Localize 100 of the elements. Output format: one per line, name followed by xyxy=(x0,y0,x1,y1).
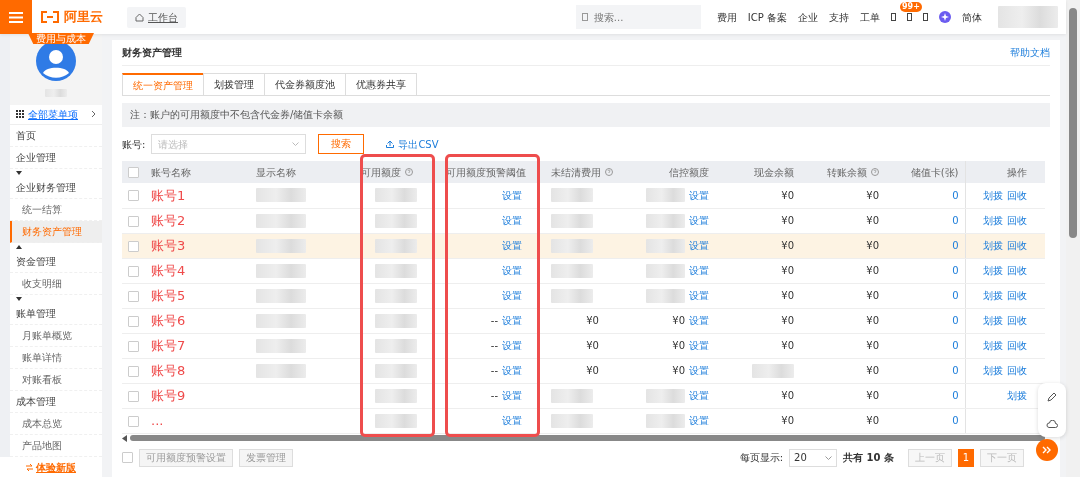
orb-icon[interactable] xyxy=(939,11,951,23)
set-link[interactable]: 设置 xyxy=(689,213,709,228)
action-link[interactable]: 划拨 xyxy=(983,213,1003,228)
sidebar-item[interactable]: 企业管理 xyxy=(10,146,102,169)
sidebar-item[interactable]: 成本管理 xyxy=(10,390,102,413)
card-count-link[interactable]: 0 xyxy=(952,288,959,303)
page-size-select[interactable]: 20 xyxy=(789,448,838,467)
page-button[interactable]: 1 xyxy=(958,448,974,467)
top-nav-link[interactable]: 工单 xyxy=(860,9,880,25)
bulk-action-button[interactable]: 可用额度预警设置 xyxy=(139,448,233,467)
action-link[interactable]: 划拨 xyxy=(983,263,1003,278)
tab[interactable]: 统一资产管理 xyxy=(122,73,204,95)
workbench-link[interactable]: 工作台 xyxy=(127,6,186,28)
action-link[interactable]: 划拨 xyxy=(1007,388,1027,403)
search-box[interactable]: 搜索... xyxy=(575,5,701,29)
set-link[interactable]: 设置 xyxy=(502,363,522,378)
card-count-link[interactable]: 0 xyxy=(952,388,959,403)
checkbox[interactable] xyxy=(128,290,139,302)
set-link[interactable]: 设置 xyxy=(502,238,522,253)
search-field[interactable]: 搜索... xyxy=(591,8,692,26)
help-link[interactable]: 帮助文档 xyxy=(1010,45,1050,60)
sidebar-item[interactable]: 账单详情 xyxy=(10,346,102,369)
rectangle-icon[interactable] xyxy=(907,13,912,21)
menu-button[interactable] xyxy=(0,0,32,34)
card-count-link[interactable]: 0 xyxy=(952,238,959,253)
sidebar-item[interactable]: 账单管理 xyxy=(10,302,102,325)
set-link[interactable]: 设置 xyxy=(689,338,709,353)
card-count-link[interactable]: 0 xyxy=(952,338,959,353)
card-count-link[interactable]: 0 xyxy=(952,187,959,203)
action-link[interactable]: 划拨 xyxy=(983,187,1003,203)
set-link[interactable]: 设置 xyxy=(502,263,522,278)
action-link[interactable]: 划拨 xyxy=(983,313,1003,328)
action-link[interactable]: 划拨 xyxy=(983,338,1003,353)
rectangle-icon[interactable] xyxy=(923,13,928,21)
set-link[interactable]: 设置 xyxy=(502,388,522,403)
action-link[interactable]: 回收 xyxy=(1007,187,1027,203)
action-link[interactable]: 划拨 xyxy=(983,288,1003,303)
sidebar-item[interactable]: 资金管理 xyxy=(10,250,102,273)
action-link[interactable]: 回收 xyxy=(1007,338,1027,353)
export-link[interactable]: 导出CSV xyxy=(386,136,439,152)
checkbox[interactable] xyxy=(128,365,139,377)
set-link[interactable]: 设置 xyxy=(689,388,709,403)
action-link[interactable]: 回收 xyxy=(1007,313,1027,328)
checkbox[interactable] xyxy=(128,215,139,227)
pencil-icon[interactable] xyxy=(1047,392,1057,402)
set-link[interactable]: 设置 xyxy=(689,288,709,303)
action-link[interactable]: 回收 xyxy=(1007,238,1027,253)
sidebar-item[interactable]: 对账看板 xyxy=(10,368,102,391)
action-link[interactable]: 划拨 xyxy=(983,238,1003,253)
set-link[interactable]: 设置 xyxy=(502,338,522,353)
set-link[interactable]: 设置 xyxy=(689,238,709,253)
set-link[interactable]: 设置 xyxy=(502,187,522,203)
checkbox[interactable] xyxy=(128,190,139,202)
caret-down-icon[interactable] xyxy=(16,296,22,301)
language-link[interactable]: 简体 xyxy=(962,9,982,25)
card-count-link[interactable]: 0 xyxy=(952,313,959,328)
checkbox[interactable] xyxy=(128,265,139,277)
rectangle-icon[interactable] xyxy=(891,13,896,21)
card-count-link[interactable]: 0 xyxy=(952,213,959,228)
checkbox[interactable] xyxy=(128,315,139,327)
checkbox[interactable] xyxy=(128,240,139,252)
set-link[interactable]: 设置 xyxy=(689,263,709,278)
cloud-icon[interactable] xyxy=(1046,420,1058,428)
sidebar-item[interactable]: 月账单概览 xyxy=(10,324,102,347)
action-link[interactable]: 回收 xyxy=(1007,263,1027,278)
set-link[interactable]: 设置 xyxy=(502,288,522,303)
action-link[interactable]: 划拨 xyxy=(983,363,1003,378)
vertical-scrollbar[interactable] xyxy=(1066,0,1080,477)
sidebar-item[interactable]: 财务资产管理 xyxy=(10,220,102,243)
card-count-link[interactable]: 0 xyxy=(952,363,959,378)
set-link[interactable]: 设置 xyxy=(502,213,522,228)
card-count-link[interactable]: 0 xyxy=(952,263,959,278)
tab[interactable]: 优惠券共享 xyxy=(345,73,417,95)
sidebar-item[interactable]: 成本总览 xyxy=(10,412,102,435)
action-link[interactable]: 回收 xyxy=(1007,363,1027,378)
card-count-link[interactable]: 0 xyxy=(952,413,959,428)
horizontal-scrollbar[interactable] xyxy=(122,433,1045,443)
top-nav-link[interactable]: 企业 xyxy=(798,9,818,25)
checkbox[interactable] xyxy=(128,390,139,402)
sidebar-item[interactable]: 统一结算 xyxy=(10,198,102,221)
action-link[interactable]: 回收 xyxy=(1007,288,1027,303)
checkbox[interactable] xyxy=(128,167,139,178)
sidebar-item[interactable]: 产品地图 xyxy=(10,434,102,457)
set-link[interactable]: 设置 xyxy=(502,313,522,328)
sidebar-item[interactable]: 收支明细 xyxy=(10,272,102,295)
checkbox[interactable] xyxy=(128,415,139,427)
set-link[interactable]: 设置 xyxy=(689,363,709,378)
caret-down-icon[interactable] xyxy=(16,170,22,175)
set-link[interactable]: 设置 xyxy=(689,187,709,203)
set-link[interactable]: 设置 xyxy=(689,413,709,428)
action-link[interactable]: 回收 xyxy=(1007,213,1027,228)
checkbox[interactable] xyxy=(122,452,133,463)
set-link[interactable]: 设置 xyxy=(689,313,709,328)
search-button[interactable]: 搜索 xyxy=(318,134,365,154)
new-version-link[interactable]: 体验新版 xyxy=(0,457,102,477)
top-nav-link[interactable]: ICP 备案 xyxy=(747,9,787,25)
top-nav-link[interactable]: 费用 xyxy=(716,9,737,25)
sidebar-item[interactable]: 企业财务管理 xyxy=(10,176,102,199)
sidebar-item[interactable]: 首页 xyxy=(10,124,102,147)
top-nav-link[interactable]: 支持 xyxy=(829,9,849,25)
